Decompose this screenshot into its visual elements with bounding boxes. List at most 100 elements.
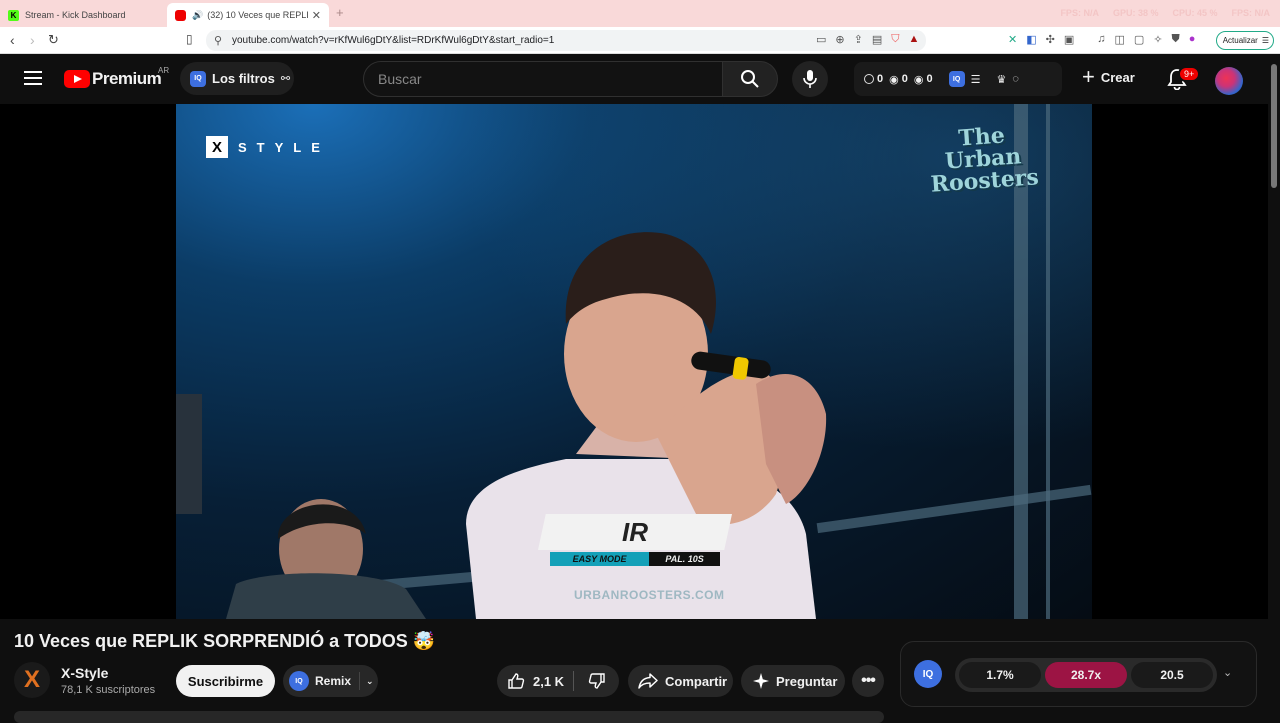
shield-icon[interactable]: ⛊: [1172, 33, 1180, 46]
reload-icon[interactable]: ↻: [48, 32, 59, 48]
update-button[interactable]: Actualizar ☰: [1215, 31, 1274, 50]
subscribe-button[interactable]: Suscribirme: [176, 665, 275, 697]
magic-icon[interactable]: ✧: [1153, 33, 1162, 46]
wallet-icon[interactable]: ▢: [1134, 33, 1144, 46]
channel-avatar[interactable]: X: [14, 662, 50, 698]
youtube-premium-logo[interactable]: Premium AR: [64, 66, 169, 89]
music-icon[interactable]: ♫: [1097, 33, 1105, 46]
iq-logo-icon[interactable]: IQ: [914, 660, 942, 688]
url-text: youtube.com/watch?v=rKfWul6gDtY&list=RDr…: [232, 35, 555, 46]
extension-stats-pill[interactable]: 0 ◉ 0 ◉ 0 IQ ☰ ♛ ◌: [854, 62, 1062, 96]
stat-views: ◉ 0: [889, 73, 908, 86]
trophy-icon[interactable]: ♛: [996, 73, 1006, 86]
user-avatar[interactable]: [1215, 67, 1243, 95]
more-horizontal-icon: •••: [861, 672, 876, 689]
scrollbar-thumb[interactable]: [1271, 64, 1277, 188]
search-icon: [741, 70, 759, 88]
iq-metrics-bar: 1.7% 28.7x 20.5: [955, 658, 1217, 692]
create-button[interactable]: + Crear: [1082, 66, 1135, 88]
kick-favicon-icon: K: [8, 9, 19, 21]
country-code: AR: [158, 66, 170, 75]
remix-button[interactable]: IQ Remix ⌄: [283, 665, 378, 697]
thumbs-up-icon: [508, 673, 525, 689]
create-label: Crear: [1100, 69, 1135, 85]
ask-button[interactable]: Preguntar: [741, 665, 845, 697]
forward-arrow-icon[interactable]: ›: [30, 32, 35, 48]
close-tab-icon[interactable]: ✕: [312, 9, 321, 22]
youtube-play-icon: [64, 70, 90, 88]
menu-icon: ☰: [1261, 36, 1269, 45]
like-button[interactable]: 2,1 K: [497, 672, 573, 690]
chevron-down-icon[interactable]: ⌄: [366, 676, 374, 687]
youtube-favicon-icon: [175, 9, 186, 21]
extensions-row: ✕ ◧ ✣ ▣ ♫ ◫ ▢ ✧ ⛊ ●: [1008, 33, 1195, 46]
iq-icon: IQ: [289, 671, 309, 691]
speaker-icon: 🔊: [192, 9, 204, 20]
chevron-down-icon[interactable]: ⌄: [1223, 666, 1232, 679]
hamburger-menu-icon[interactable]: [24, 71, 42, 85]
description-box[interactable]: [14, 711, 884, 723]
address-bar-actions: ▭ ⊕ ⇪ ▤ ⛉ ▲: [816, 33, 919, 46]
like-dislike-group: 2,1 K: [497, 665, 619, 697]
pal-label: PAL. 10S: [649, 552, 720, 566]
share-icon[interactable]: ⇪: [854, 33, 863, 46]
competitor-name: IR: [538, 514, 732, 550]
translate-icon[interactable]: ▤: [872, 33, 882, 46]
filters-button[interactable]: IQ Los filtros ⚯: [180, 62, 294, 95]
site-info-icon[interactable]: ⚲: [214, 34, 222, 47]
puzzle-icon[interactable]: ✣: [1046, 33, 1055, 46]
share-label: Compartir: [665, 673, 728, 689]
brave-shield-icon[interactable]: ⛉: [891, 33, 899, 46]
youtube-masthead: Premium AR IQ Los filtros ⚯ 0 ◉0 ◉0 IQ ☰…: [0, 54, 1280, 104]
screenshot-icon[interactable]: ▣: [1064, 33, 1074, 46]
chat-icon[interactable]: ◌: [1012, 73, 1019, 85]
tab-kick-dashboard[interactable]: K Stream - Kick Dashboard: [0, 3, 165, 27]
bookmark-icon[interactable]: ▯: [186, 32, 193, 46]
video-player[interactable]: X STYLE The Urban Roosters IR EASY MODE P…: [0, 104, 1268, 619]
remix-label: Remix: [315, 674, 352, 688]
update-label: Actualizar: [1222, 36, 1258, 45]
list-icon[interactable]: ☰: [971, 73, 981, 86]
browser-tab-strip: K Stream - Kick Dashboard 🔊 (32) 10 Vece…: [0, 0, 1280, 27]
share-button[interactable]: Compartir: [628, 665, 733, 697]
iq-icon: IQ: [190, 70, 206, 87]
thumbs-down-icon: [588, 673, 605, 689]
sidebar-icon[interactable]: ◫: [1115, 33, 1125, 46]
stat-views-2: ◉ 0: [913, 73, 933, 86]
tab-youtube-video[interactable]: 🔊 (32) 10 Veces que REPLIK SORPRENDIÓ a …: [167, 3, 329, 27]
tab-title: (32) 10 Veces que REPLIK SORPRENDIÓ a TO…: [207, 10, 308, 20]
video-title: 10 Veces que REPLIK SORPRENDIÓ a TODOS 🤯: [14, 631, 436, 651]
channel-name[interactable]: X-Style: [61, 665, 108, 681]
metric-outlier[interactable]: 28.7x: [1045, 662, 1127, 688]
system-stats-overlay: FPS: N/A GPU: 38 % CPU: 45 % FPS: N/A: [1060, 8, 1270, 18]
metric-engagement[interactable]: 1.7%: [959, 662, 1041, 688]
metric-score[interactable]: 20.5: [1131, 662, 1213, 688]
iq-icon[interactable]: IQ: [948, 71, 965, 87]
xstyle-watermark: X STYLE: [206, 136, 330, 158]
brand-text: Premium: [92, 69, 162, 88]
like-count: 2,1 K: [533, 673, 565, 689]
new-tab-button[interactable]: +: [336, 5, 344, 20]
back-arrow-icon[interactable]: ‹: [10, 32, 15, 48]
share-arrow-icon: [638, 673, 658, 689]
filters-label: Los filtros: [212, 71, 275, 86]
translate-extension-icon[interactable]: ◧: [1026, 33, 1036, 46]
close-icon[interactable]: ✕: [1008, 33, 1017, 46]
zoom-icon[interactable]: ⊕: [835, 33, 844, 46]
voice-search-button[interactable]: [792, 61, 828, 97]
search-button[interactable]: [722, 61, 778, 97]
urban-roosters-logo: The Urban Roosters: [929, 122, 1040, 198]
rewards-icon[interactable]: ▲: [909, 33, 920, 46]
iq-stats-panel: IQ 1.7% 28.7x 20.5 ⌄: [900, 641, 1257, 707]
video-frame: X STYLE The Urban Roosters IR EASY MODE P…: [176, 104, 1092, 619]
background-figure: [176, 394, 202, 514]
page-scrollbar[interactable]: [1268, 54, 1280, 720]
more-actions-button[interactable]: •••: [852, 665, 884, 697]
mode-label: EASY MODE: [550, 552, 650, 566]
search-box: [363, 61, 723, 97]
dislike-button[interactable]: [574, 672, 619, 690]
cast-icon[interactable]: ▭: [816, 33, 826, 46]
search-input[interactable]: [378, 71, 722, 87]
profile-icon[interactable]: ●: [1189, 33, 1196, 46]
tab-title: Stream - Kick Dashboard: [25, 10, 126, 20]
